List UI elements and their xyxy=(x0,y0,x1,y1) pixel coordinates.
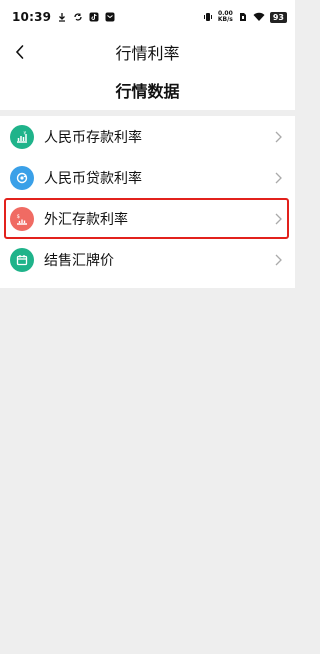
download-icon xyxy=(59,13,66,22)
battery-level: 93 xyxy=(269,11,287,23)
sim-icon xyxy=(239,13,246,21)
deposit-chart-icon: ¥ xyxy=(10,124,34,149)
list-bottom-spacer xyxy=(0,280,295,288)
chevron-right-icon xyxy=(275,131,282,142)
network-speed-unit: KB/s xyxy=(217,16,233,23)
nav-bar: 行情利率 xyxy=(0,34,295,70)
list-item-label: 外汇存款利率 xyxy=(44,211,128,228)
list-item-label: 结售汇牌价 xyxy=(44,252,114,269)
vibrate-icon xyxy=(203,13,212,21)
chevron-left-icon xyxy=(15,45,24,59)
calendar-icon xyxy=(10,247,34,272)
network-speed: 0.00 KB/s xyxy=(218,11,233,23)
chevron-right-icon xyxy=(275,213,282,224)
section-title: 行情数据 xyxy=(115,82,180,101)
status-left: 10:39 xyxy=(12,10,115,24)
status-time: 10:39 xyxy=(12,10,52,24)
wifi-icon xyxy=(253,12,265,21)
message-icon xyxy=(105,12,115,22)
chevron-right-icon xyxy=(275,254,282,265)
section-header: 行情数据 xyxy=(0,70,295,110)
sync-icon xyxy=(74,13,82,21)
loan-cycle-icon xyxy=(10,165,34,190)
svg-text:$: $ xyxy=(17,214,21,220)
chevron-right-icon xyxy=(275,172,282,183)
page-title: 行情利率 xyxy=(115,44,180,63)
tiktok-icon xyxy=(89,12,99,22)
market-data-list: ¥ 人民币存款利率 人民币贷款利率 $ 外汇存款利率 结售汇牌价 xyxy=(0,116,295,288)
list-item-label: 人民币贷款利率 xyxy=(44,170,142,187)
list-item-forex-deposit-rate[interactable]: $ 外汇存款利率 xyxy=(0,198,295,239)
list-item-rmb-loan-rate[interactable]: 人民币贷款利率 xyxy=(0,157,295,198)
status-right: 0.00 KB/s 93 xyxy=(203,11,287,23)
list-item-fx-settlement-price[interactable]: 结售汇牌价 xyxy=(0,239,295,280)
back-button[interactable] xyxy=(8,40,32,64)
list-item-rmb-deposit-rate[interactable]: ¥ 人民币存款利率 xyxy=(0,116,295,157)
list-item-label: 人民币存款利率 xyxy=(44,129,142,146)
forex-deposit-icon: $ xyxy=(10,206,34,231)
status-bar: 10:39 0.00 KB/s 93 xyxy=(0,0,295,34)
